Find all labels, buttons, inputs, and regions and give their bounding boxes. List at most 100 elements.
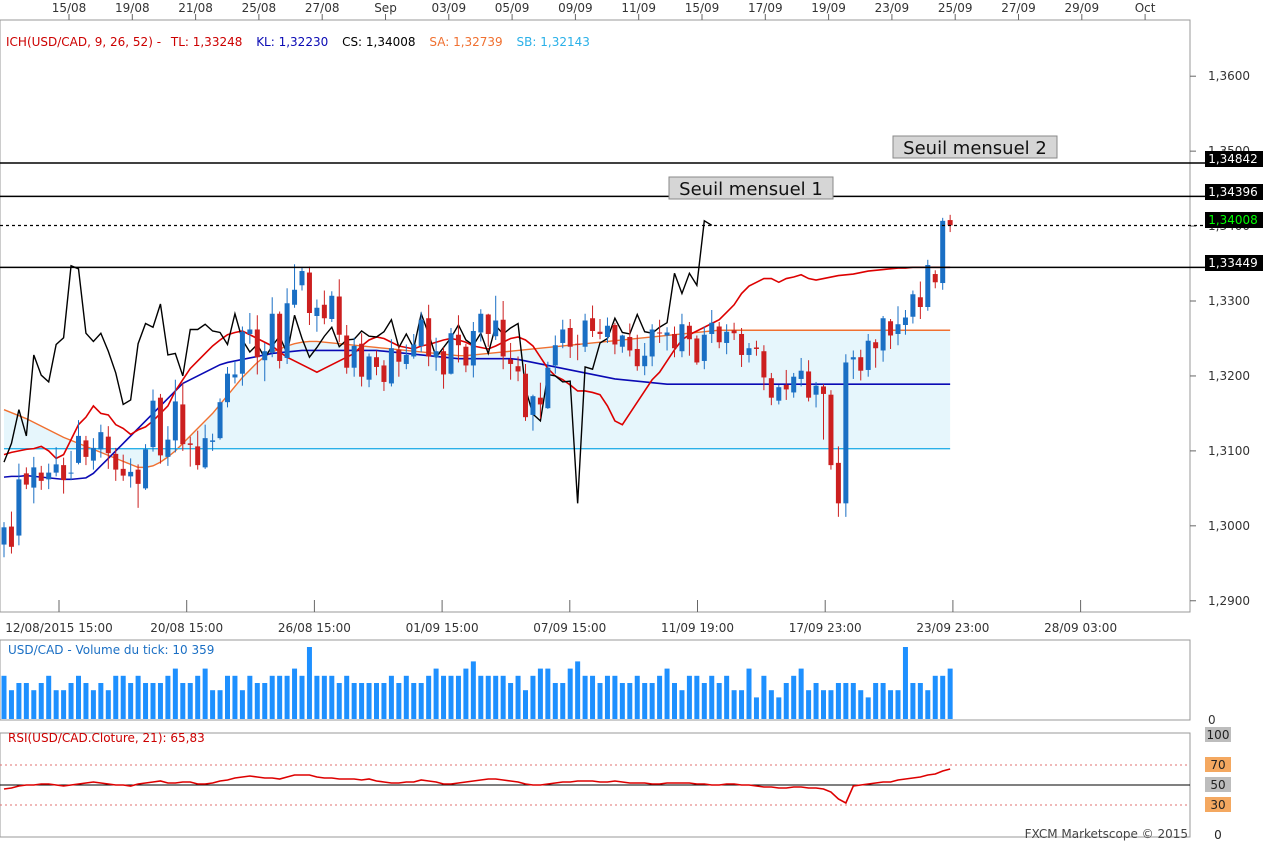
volume-bar: [455, 675, 461, 719]
volume-bar: [575, 661, 581, 719]
candle-body: [746, 348, 752, 355]
volume-bar: [917, 683, 923, 719]
candle-body: [672, 333, 677, 349]
volume-bar: [791, 675, 797, 719]
volume-bar: [143, 683, 149, 719]
top-date-label: 19/08: [115, 1, 150, 15]
volume-bar: [396, 683, 402, 719]
volume-bar: [254, 683, 260, 719]
volume-bar: [128, 683, 134, 719]
rsi-scale-label: 30: [1210, 798, 1225, 812]
volume-bar: [746, 668, 752, 719]
seuil-mensuel-1-label[interactable]: Seuil mensuel 1: [668, 176, 834, 200]
volume-bar: [195, 675, 201, 719]
rsi-label: RSI(USD/CAD.Cloture, 21): 65,83: [8, 731, 205, 745]
top-date-label: 25/08: [242, 1, 277, 15]
candle-body: [709, 322, 715, 334]
candle-body: [232, 374, 238, 378]
candle-body: [768, 378, 774, 398]
candle-body: [403, 354, 409, 364]
volume-bar: [828, 690, 834, 719]
volume-bar: [612, 675, 618, 719]
volume-bar: [798, 668, 804, 719]
candle-body: [247, 329, 253, 334]
candle-body: [813, 385, 819, 395]
candle-body: [195, 446, 201, 466]
candle-body: [657, 332, 663, 334]
candle-body: [530, 396, 536, 415]
candle-body: [523, 373, 528, 418]
price-tick-label: 1,3200: [1208, 369, 1250, 383]
candle-body: [344, 335, 350, 368]
volume-bar: [336, 683, 342, 719]
candle-body: [627, 336, 633, 351]
candle-body: [143, 449, 149, 489]
volume-bar: [157, 683, 163, 719]
svg-text:1,34396: 1,34396: [1208, 185, 1258, 199]
svg-text:1,34008: 1,34008: [1208, 213, 1258, 227]
volume-bar: [910, 683, 916, 719]
volume-bar: [932, 675, 938, 719]
volume-bar: [634, 675, 640, 719]
volume-bar: [753, 697, 759, 719]
volume-bar: [381, 683, 387, 719]
top-date-label: 09/09: [558, 1, 593, 15]
volume-bar: [61, 690, 67, 719]
candle-body: [128, 471, 134, 477]
volume-bar: [537, 668, 543, 719]
main-pane-frame: [0, 19, 1191, 613]
ichimoku-chart[interactable]: 15/08 19/08 21/08 25/08 27/08 Sep 03/09 05/09 09…: [0, 0, 1263, 844]
volume-bar: [940, 675, 946, 719]
volume-bar: [292, 668, 298, 719]
volume-bar: [500, 675, 506, 719]
volume-bar: [120, 675, 126, 719]
volume-bar: [150, 683, 156, 719]
volume-bar: [321, 675, 327, 719]
volume-bar: [560, 683, 566, 719]
seuil-2-text: Seuil mensuel 2: [903, 138, 1047, 159]
volume-bar: [493, 675, 499, 719]
candle-body: [821, 386, 826, 394]
footer-credit: FXCM Marketscope © 2015: [1025, 827, 1188, 841]
volume-bar: [284, 675, 290, 719]
volume-bar: [68, 683, 74, 719]
level-tag-current: 1,34008: [1205, 212, 1263, 228]
volume-bar: [672, 683, 677, 719]
candle-body: [485, 314, 491, 334]
candle-body: [187, 443, 193, 445]
candle-body: [500, 319, 506, 357]
price-tick-label: 1,2900: [1208, 594, 1250, 608]
volume-bar: [686, 675, 692, 719]
candle-body: [880, 318, 886, 351]
candle-body: [31, 467, 37, 488]
candle-body: [597, 331, 603, 334]
candle-body: [306, 272, 312, 314]
candle-body: [463, 346, 469, 366]
candle-body: [493, 320, 499, 337]
volume-bar: [597, 683, 603, 719]
level-tag-support: 1,33449: [1205, 255, 1263, 271]
candle-body: [537, 397, 543, 405]
volume-bar: [902, 647, 908, 719]
volume-bar: [463, 668, 469, 719]
volume-bar: [441, 675, 447, 719]
top-date-label: 17/09: [748, 1, 783, 15]
candle-body: [753, 347, 759, 349]
candle-body: [202, 438, 208, 468]
top-date-label: 11/09: [621, 1, 656, 15]
volume-bar: [590, 675, 596, 719]
price-tick-label: 1,3600: [1208, 69, 1250, 83]
volume-bar: [739, 690, 745, 719]
volume-bar: [98, 683, 104, 719]
top-date-label: 21/08: [178, 1, 213, 15]
volume-bar: [470, 661, 476, 719]
candle-body: [262, 351, 268, 361]
candle-body: [761, 351, 767, 378]
volume-bar: [694, 675, 700, 719]
volume-bar: [858, 690, 864, 719]
seuil-mensuel-2-label[interactable]: Seuil mensuel 2: [892, 135, 1058, 159]
volume-bar: [642, 683, 648, 719]
candle-body: [940, 220, 946, 284]
candle-body: [902, 317, 908, 325]
volume-bar: [582, 675, 588, 719]
